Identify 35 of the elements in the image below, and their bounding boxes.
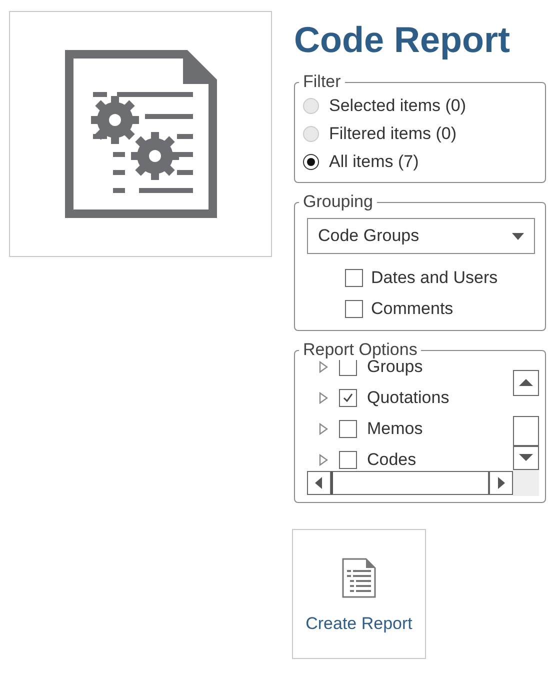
group-label: Grouping	[302, 192, 374, 212]
expander-icon[interactable]	[319, 454, 329, 466]
checkbox[interactable]	[345, 300, 363, 318]
checkbox[interactable]	[345, 268, 363, 286]
document-icon	[342, 558, 376, 598]
scroll-down-icon[interactable]	[513, 446, 539, 470]
scroll-up-icon[interactable]	[513, 370, 539, 396]
checkbox[interactable]	[339, 388, 357, 406]
checkbox[interactable]	[339, 420, 357, 438]
tree-item-label[interactable]: Quotations	[367, 388, 450, 408]
scroll-thumb[interactable]	[513, 416, 539, 446]
radio-button[interactable]	[303, 154, 319, 170]
document-gears-icon	[64, 50, 216, 218]
report-title: Code Report	[294, 18, 511, 62]
expander-icon[interactable]	[319, 360, 329, 372]
scrollbar-corner	[513, 470, 539, 496]
radio-label[interactable]: All items (7)	[329, 152, 419, 172]
expander-icon[interactable]	[319, 422, 329, 434]
expander-icon[interactable]	[319, 392, 329, 404]
checkbox[interactable]	[339, 360, 357, 376]
caret-icon	[512, 232, 524, 240]
group-label: Filter	[302, 72, 342, 92]
create-report-button[interactable]: Create Report	[292, 529, 426, 659]
check-icon	[341, 390, 355, 404]
tree-item-label[interactable]: Groups	[367, 360, 423, 376]
scroll-left-icon[interactable]	[307, 471, 331, 495]
group-label: Report Options	[302, 340, 418, 360]
scroll-right-icon[interactable]	[489, 471, 513, 495]
tree-item-label[interactable]: Codes	[367, 450, 416, 470]
grouping-dropdown[interactable]: Code Groups	[307, 218, 535, 254]
checkbox-label[interactable]: Comments	[371, 298, 454, 318]
checkbox[interactable]	[339, 450, 357, 468]
checkbox-label[interactable]: Dates and Users	[371, 268, 498, 288]
tree-item-label[interactable]: Memos	[367, 418, 423, 438]
horizontal-scrollbar[interactable]	[307, 470, 513, 496]
